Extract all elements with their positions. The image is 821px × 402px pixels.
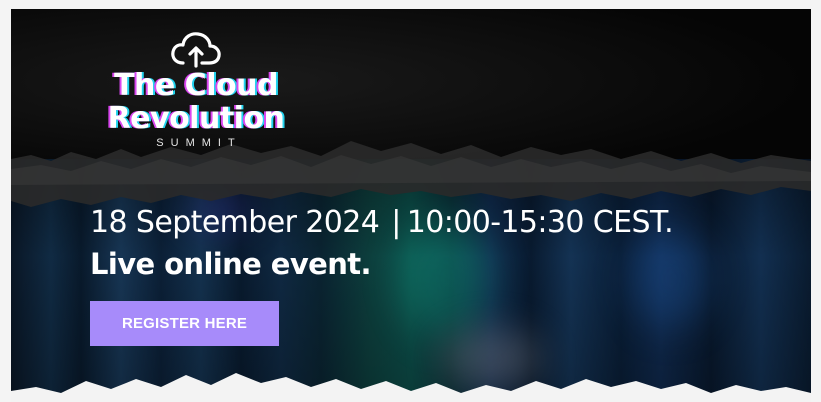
logo-title-line1: The Cloud: [114, 68, 278, 103]
register-button[interactable]: REGISTER HERE: [90, 301, 279, 346]
event-time: 10:00-15:30 CEST.: [406, 205, 674, 240]
cloud-upload-icon: [171, 32, 221, 68]
event-date-time: 18 September 2024 | 10:00-15:30 CEST.: [90, 205, 674, 240]
summit-logo: The Cloud Revolution SUMMIT: [91, 29, 301, 149]
event-date: 18 September 2024: [90, 205, 380, 240]
logo-subtitle: SUMMIT: [156, 137, 242, 149]
logo-title-line2: Revolution: [107, 101, 285, 136]
date-time-separator: |: [391, 205, 401, 240]
event-banner: The Cloud Revolution SUMMIT 18 September…: [11, 9, 811, 402]
event-type: Live online event.: [90, 247, 372, 281]
